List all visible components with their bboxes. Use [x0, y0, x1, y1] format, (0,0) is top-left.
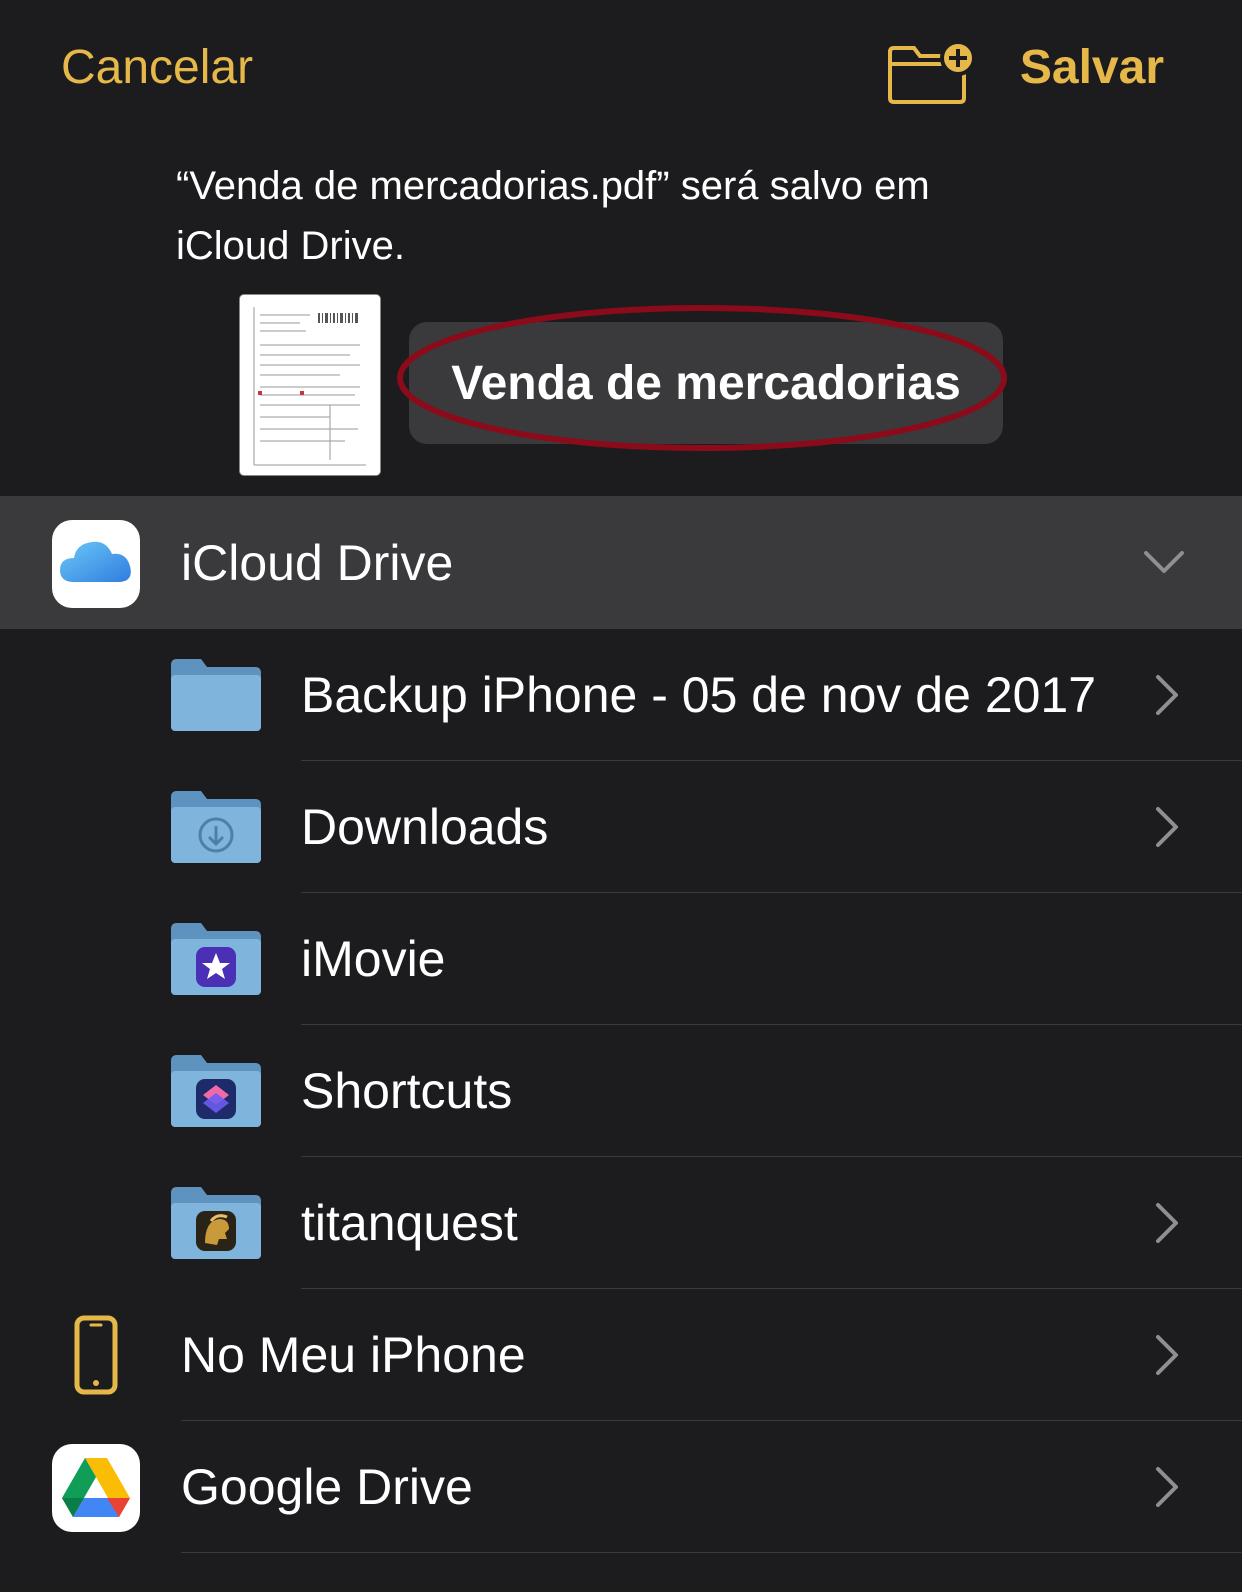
folder-row-backup-iphone[interactable]: Backup iPhone - 05 de nov de 2017	[0, 629, 1242, 761]
shortcuts-folder-icon	[171, 1055, 261, 1127]
folder-row-downloads[interactable]: Downloads	[0, 761, 1242, 893]
folder-icon	[171, 659, 261, 731]
chevron-right-icon	[1156, 675, 1178, 715]
folder-row-imovie[interactable]: iMovie	[0, 893, 1242, 1025]
folder-row-shortcuts[interactable]: Shortcuts	[0, 1025, 1242, 1157]
location-label: Google Drive	[181, 1459, 473, 1515]
folder-badge-plus-icon	[888, 40, 976, 104]
folder-row-titanquest[interactable]: titanquest	[0, 1157, 1242, 1289]
folder-label: iMovie	[301, 931, 446, 987]
save-destination-message: “Venda de mercadorias.pdf” será salvo em…	[176, 156, 1096, 276]
location-icloud-drive[interactable]: iCloud Drive	[0, 497, 1242, 629]
folder-label: titanquest	[301, 1195, 518, 1251]
chevron-right-icon	[1156, 1467, 1178, 1507]
chevron-right-icon	[1156, 1203, 1178, 1243]
folder-label: Downloads	[301, 799, 549, 855]
location-label: No Meu iPhone	[181, 1327, 526, 1383]
chevron-down-icon	[1144, 551, 1184, 573]
pdf-document-thumbnail	[239, 294, 381, 476]
folder-label: Backup iPhone - 05 de nov de 2017	[301, 667, 1097, 723]
filename-field[interactable]: Venda de mercadorias	[409, 322, 1003, 444]
row-separator	[181, 1552, 1242, 1553]
iphone-icon	[74, 1315, 118, 1395]
chevron-right-icon	[1156, 1335, 1178, 1375]
folder-label: Shortcuts	[301, 1063, 513, 1119]
cancel-button[interactable]: Cancelar	[61, 40, 253, 95]
titanquest-folder-icon	[171, 1187, 261, 1259]
icloud-icon	[52, 520, 140, 608]
downloads-folder-icon	[171, 791, 261, 863]
location-label: iCloud Drive	[181, 535, 454, 591]
message-line-2: iCloud Drive.	[176, 224, 405, 268]
location-on-my-iphone[interactable]: No Meu iPhone	[0, 1289, 1242, 1421]
save-button[interactable]: Salvar	[1020, 40, 1164, 95]
new-folder-button[interactable]	[886, 36, 978, 106]
message-line-1: “Venda de mercadorias.pdf” será salvo em	[176, 164, 930, 208]
google-drive-icon	[52, 1444, 140, 1532]
imovie-folder-icon	[171, 923, 261, 995]
location-google-drive[interactable]: Google Drive	[0, 1421, 1242, 1553]
chevron-right-icon	[1156, 807, 1178, 847]
